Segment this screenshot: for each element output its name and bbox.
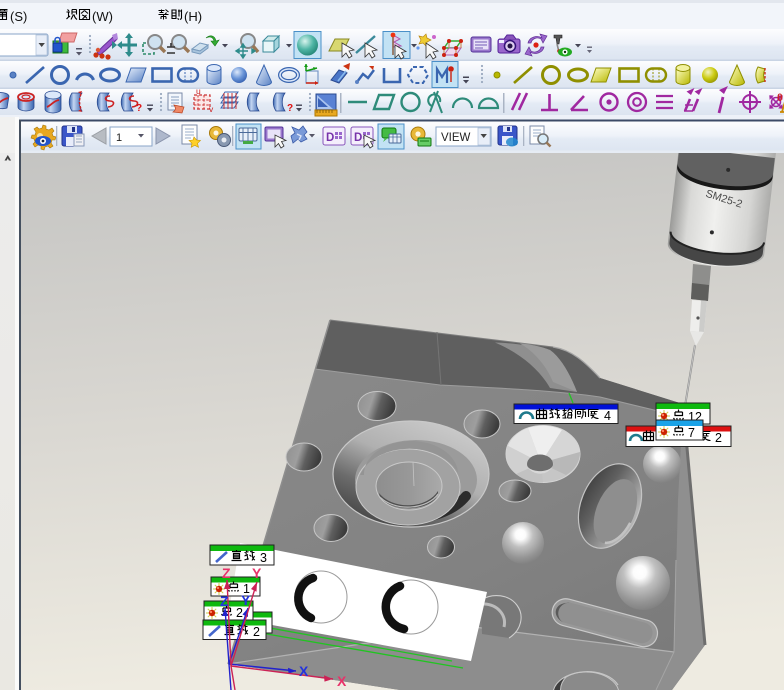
svg-text:D: D: [326, 132, 334, 144]
svg-text:4: 4: [604, 409, 611, 423]
svg-text:VIEW: VIEW: [441, 132, 471, 144]
svg-text:D: D: [354, 132, 362, 144]
svg-text:u: u: [196, 86, 201, 96]
svg-text:θ: θ: [777, 92, 783, 104]
svg-text:7: 7: [688, 426, 695, 440]
svg-text:Y: Y: [241, 592, 251, 608]
svg-text:?: ?: [287, 103, 293, 114]
svg-text:Z: Z: [222, 565, 231, 581]
svg-text:X: X: [337, 673, 347, 689]
svg-text:3: 3: [260, 551, 267, 565]
svg-text:(W): (W): [92, 9, 113, 24]
svg-text:2: 2: [253, 625, 260, 639]
svg-text:2: 2: [236, 606, 243, 620]
svg-text:Z: Z: [220, 593, 229, 609]
svg-text:(S): (S): [10, 9, 27, 24]
svg-text:Y: Y: [252, 565, 262, 581]
svg-text:?: ?: [136, 103, 142, 114]
svg-text:2: 2: [715, 431, 722, 445]
svg-text:1: 1: [116, 132, 122, 144]
svg-text:X: X: [299, 663, 309, 679]
svg-text:(H): (H): [184, 9, 202, 24]
